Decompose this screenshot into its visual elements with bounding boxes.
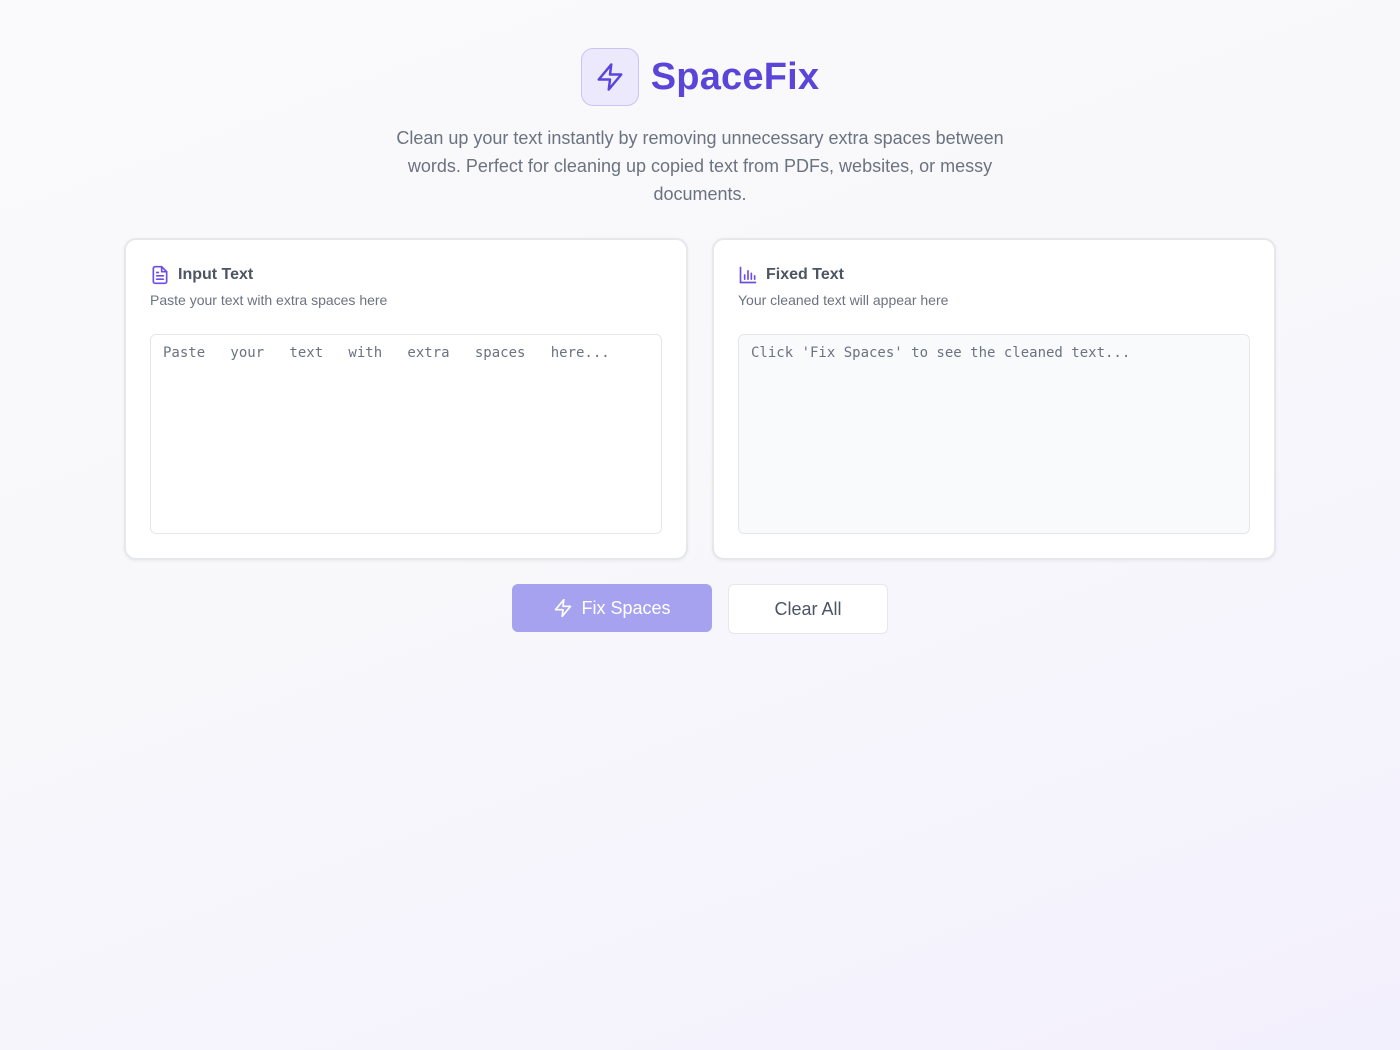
- lightning-bolt-icon: [553, 598, 573, 618]
- panels: Input Text Paste your text with extra sp…: [124, 238, 1276, 560]
- input-card: Input Text Paste your text with extra sp…: [124, 238, 688, 560]
- page-header: SpaceFix Clean up your text instantly by…: [0, 48, 1400, 208]
- output-card-subtitle: Your cleaned text will appear here: [738, 292, 949, 308]
- app-tagline: Clean up your text instantly by removing…: [396, 128, 1004, 204]
- input-card-title: Input Text: [178, 266, 254, 283]
- lightning-bolt-icon: [595, 62, 625, 92]
- output-card: Fixed Text Your cleaned text will appear…: [712, 238, 1276, 560]
- bar-chart-icon: [738, 265, 758, 285]
- app-logo: [580, 48, 639, 106]
- input-card-subtitle: Paste your text with extra spaces here: [150, 292, 388, 308]
- output-card-title: Fixed Text: [766, 266, 844, 283]
- clear-all-button[interactable]: Clear All: [728, 584, 888, 634]
- document-icon: [150, 265, 170, 285]
- app-title: SpaceFix: [650, 55, 820, 98]
- output-textarea[interactable]: [738, 334, 1250, 534]
- action-bar: Fix Spaces Clear All: [0, 584, 1400, 634]
- output-card-header: Fixed Text: [738, 264, 1250, 286]
- brand: SpaceFix: [580, 48, 820, 106]
- fix-spaces-label: Fix Spaces: [581, 597, 671, 618]
- input-textarea[interactable]: [150, 334, 662, 534]
- input-card-header: Input Text: [150, 264, 662, 286]
- fix-spaces-button[interactable]: Fix Spaces: [512, 584, 712, 632]
